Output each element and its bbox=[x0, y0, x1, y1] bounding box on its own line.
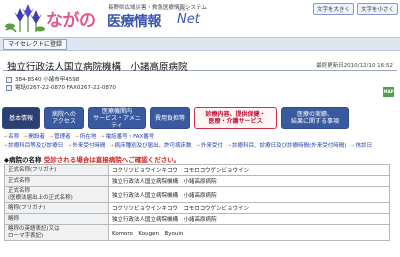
hospital-title-bar: 独立行政法人国立病院機構 小諸高原病院 最終更新日2010/12/10 16:5… bbox=[3, 57, 397, 73]
map-icon[interactable]: MAP bbox=[383, 87, 394, 97]
subnav-link[interactable]: 病床種別及び届出、許可病床数 bbox=[109, 142, 192, 151]
font-larger-button[interactable]: 文字を大きく bbox=[312, 3, 354, 15]
tab-medical-services[interactable]: 診療内容、提供保健・ 医療・介護サービス bbox=[194, 107, 277, 129]
hospital-name: 独立行政法人国立病院機構 小諸高原病院 bbox=[7, 62, 188, 73]
sub-navigation: 名称開設者管理者所在地電話番号・FAX番号 診療科目等及び診療日外来受付時間病床… bbox=[3, 133, 397, 151]
phone-fax: 電話0267-22-0870 FAX0267-22-0870 bbox=[15, 85, 116, 91]
hospital-name-table: 正式名称(フリガナ) コクリツビョウインキコウ コモロコウゲンビョウイン 正式名称独… bbox=[4, 164, 390, 241]
row-value: コクリツビョウインキコウ コモロコウゲンビョウイン bbox=[108, 202, 390, 214]
subnav-link[interactable]: 電話番号・FAX番号 bbox=[100, 133, 155, 142]
row-value: 独立行政法人国立病院機構 小諸高原病院 bbox=[108, 186, 390, 203]
section-heading: ◆病院の名称 受診される場合は直接病院へご確認ください。 bbox=[4, 154, 180, 164]
address-block: 384-8540 小諸市甲4598 電話0267-22-0870 FAX0267… bbox=[6, 76, 116, 92]
tab-services-amenities[interactable]: 医療機関内 サービス・アメニティ bbox=[88, 107, 146, 129]
subnav-link[interactable]: 休診日 bbox=[350, 142, 373, 151]
system-title: 医療情報 bbox=[107, 14, 162, 30]
subnav-row: 名称開設者管理者所在地電話番号・FAX番号 bbox=[3, 133, 397, 142]
tab-results[interactable]: 医療の実績、 結果に関する事項 bbox=[281, 107, 349, 129]
font-size-controls: 文字を大きく 文字を小さく bbox=[312, 3, 398, 15]
subnav-link[interactable]: 所在地 bbox=[75, 133, 97, 142]
phone-icon bbox=[6, 85, 12, 91]
subnav-link[interactable]: 外来受付 bbox=[196, 142, 223, 151]
row-label: 正式名称 bbox=[4, 175, 109, 187]
row-value: 独立行政法人国立病院機構 小諸高原病院 bbox=[108, 213, 390, 225]
row-label: 略称 bbox=[4, 213, 109, 225]
table-row: 略称(フリガナ) コクリツビョウインキコウ コモロコウゲンビョウイン bbox=[4, 202, 390, 214]
row-value: コクリツビョウインキコウ コモロコウゲンビョウイン bbox=[108, 164, 390, 176]
table-row: 略称の英語表記(又は ローマ字表記) Komoro Kougen Byouin bbox=[4, 224, 390, 241]
net-logo-text: Net bbox=[177, 12, 200, 27]
font-smaller-button[interactable]: 文字を小さく bbox=[356, 3, 398, 15]
subnav-link[interactable]: 開設者 bbox=[23, 133, 45, 142]
row-label: 略称の英語表記(又は ローマ字表記) bbox=[4, 224, 109, 241]
table-row: 正式名称 (医療法届出上の正式名称) 独立行政法人国立病院機構 小諸高原病院 bbox=[4, 186, 390, 203]
table-row: 略称 独立行政法人国立病院機構 小諸高原病院 bbox=[4, 213, 390, 225]
subnav-link[interactable]: 外来受付時間 bbox=[67, 142, 105, 151]
last-updated: 最終更新日2010/12/10 16:52 bbox=[316, 63, 393, 69]
tab-basic-info[interactable]: 基本情報 bbox=[2, 107, 40, 129]
subnav-row: 診療科目等及び診療日外来受付時間病床種別及び届出、許可病床数外来受付診療科目、診… bbox=[3, 142, 397, 151]
gentian-flower-icon bbox=[5, 4, 45, 33]
site-header: ながの 長野県広域災害・救急医療情報システム 医療情報 ネット Net 文字を大… bbox=[0, 0, 400, 36]
table-row: 正式名称(フリガナ) コクリツビョウインキコウ コモロコウゲンビョウイン bbox=[4, 164, 390, 176]
toolbar: マイセレクトに登録 bbox=[0, 37, 400, 51]
logo-text: ながの bbox=[46, 11, 96, 31]
category-tabs: 基本情報 病院への アクセス 医療機関内 サービス・アメニティ 費用負担等 診療内容… bbox=[0, 107, 400, 130]
row-label: 正式名称 (医療法届出上の正式名称) bbox=[4, 186, 109, 203]
row-label: 略称(フリガナ) bbox=[4, 202, 109, 214]
section-title: ◆病院の名称 bbox=[4, 156, 42, 164]
section-note: 受診される場合は直接病院へご確認ください。 bbox=[43, 156, 181, 164]
row-value: Komoro Kougen Byouin bbox=[108, 224, 390, 241]
subnav-link[interactable]: 診療科目、診療日及び診療時間(外来受付時間) bbox=[227, 142, 346, 151]
subnav-link[interactable]: 名称 bbox=[3, 133, 19, 142]
add-to-myselect-button[interactable]: マイセレクトに登録 bbox=[3, 39, 68, 50]
table-row: 正式名称 独立行政法人国立病院機構 小諸高原病院 bbox=[4, 175, 390, 187]
subnav-link[interactable]: 診療科目等及び診療日 bbox=[3, 142, 63, 151]
subnav-link[interactable]: 管理者 bbox=[49, 133, 71, 142]
postal-address: 384-8540 小諸市甲4598 bbox=[15, 77, 80, 83]
postal-icon bbox=[6, 77, 12, 83]
tab-costs[interactable]: 費用負担等 bbox=[150, 107, 190, 129]
row-value: 独立行政法人国立病院機構 小諸高原病院 bbox=[108, 175, 390, 187]
row-label: 正式名称(フリガナ) bbox=[4, 164, 109, 176]
tab-access[interactable]: 病院への アクセス bbox=[44, 107, 84, 129]
system-subtitle: 長野県広域災害・救急医療情報システム bbox=[108, 5, 207, 11]
